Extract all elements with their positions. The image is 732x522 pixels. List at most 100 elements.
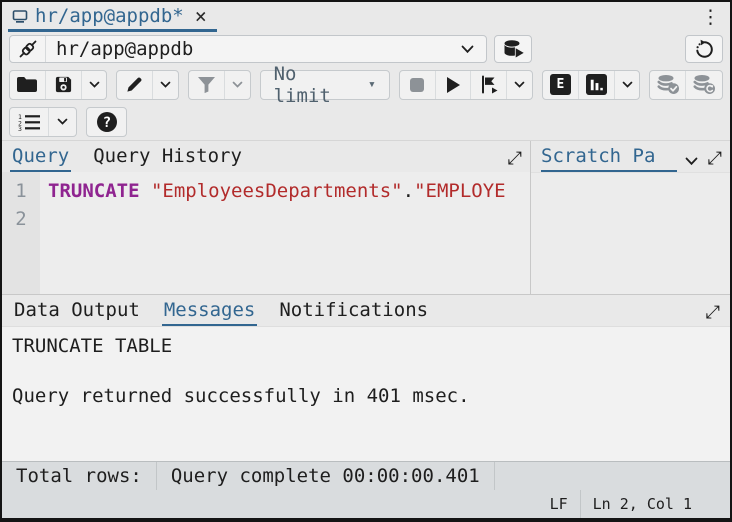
chart-icon xyxy=(586,74,607,95)
connection-value: hr/app@appdb xyxy=(46,38,449,60)
scratch-pad-header: Scratch Pa ⤢ xyxy=(531,141,730,172)
chevron-down-icon xyxy=(622,81,633,89)
secondary-toolbar: 1 2 3 xyxy=(2,103,730,140)
expand-icon[interactable]: ⤢ xyxy=(706,302,720,326)
folder-icon xyxy=(16,76,38,93)
chevron-down-icon xyxy=(57,118,68,126)
file-group xyxy=(9,70,107,100)
filter-options-dropdown[interactable] xyxy=(225,71,250,99)
filter-group xyxy=(188,70,251,100)
chevron-down-icon[interactable] xyxy=(449,45,486,54)
tab-data-output[interactable]: Data Output xyxy=(12,299,142,326)
svg-text:3: 3 xyxy=(18,125,22,131)
connection-bar: hr/app@appdb xyxy=(2,32,730,66)
limit-value: No limit xyxy=(274,63,356,107)
expand-icon[interactable]: ⤢ xyxy=(508,148,522,172)
execute-group xyxy=(399,70,533,100)
svg-text:?: ? xyxy=(102,115,110,131)
status-bar: Total rows: Query complete 00:00:00.401 … xyxy=(2,461,730,518)
scratch-pad-body[interactable] xyxy=(531,172,730,294)
row-limit-select[interactable]: No limit ▾ xyxy=(260,70,390,100)
save-options-dropdown[interactable] xyxy=(82,71,107,99)
explain-button[interactable]: E xyxy=(543,71,579,99)
macro-group: 1 2 3 xyxy=(9,107,77,137)
explain-analyze-button[interactable] xyxy=(579,71,615,99)
connection-status-plug-icon xyxy=(10,36,46,62)
chevron-down-icon xyxy=(514,81,525,89)
kebab-menu-icon[interactable]: ⋮ xyxy=(691,6,730,28)
help-group: ? xyxy=(86,107,127,137)
tab-messages[interactable]: Messages xyxy=(162,299,258,326)
line-number-gutter: 1 2 xyxy=(2,172,40,294)
scratch-pad-title[interactable]: Scratch Pa xyxy=(541,145,677,172)
edit-group xyxy=(116,70,179,100)
refresh-circle-icon xyxy=(694,39,715,60)
document-tab-bar: hr/app@appdb* × ⋮ xyxy=(2,2,730,32)
status-row-bottom: LF Ln 2, Col 1 xyxy=(2,490,730,518)
query-pane: Query Query History ⤢ 1 2 TRUNCATE "Empl… xyxy=(2,141,531,294)
code-line xyxy=(48,205,530,233)
database-rollback-icon xyxy=(692,74,716,95)
macro-button[interactable]: 1 2 3 xyxy=(10,108,49,136)
code-area[interactable]: TRUNCATE "EmployeesDepartments"."EMPLOYE xyxy=(40,172,530,294)
close-icon[interactable]: × xyxy=(195,8,207,24)
explain-dropdown[interactable] xyxy=(615,71,640,99)
execute-dropdown[interactable] xyxy=(507,71,532,99)
chevron-down-icon[interactable] xyxy=(685,157,698,172)
query-complete-status: Query complete 00:00:00.401 xyxy=(157,462,495,490)
editor-split: Query Query History ⤢ 1 2 TRUNCATE "Empl… xyxy=(2,140,730,294)
execute-button[interactable] xyxy=(436,71,472,99)
stop-icon xyxy=(410,78,424,92)
monitor-icon xyxy=(12,9,28,24)
rollback-button[interactable] xyxy=(686,71,722,99)
line-number: 2 xyxy=(2,205,40,233)
open-file-button[interactable] xyxy=(10,71,46,99)
messages-text: TRUNCATE TABLE Query returned successful… xyxy=(2,326,730,461)
transaction-group xyxy=(649,70,723,100)
query-tool-window: hr/app@appdb* × ⋮ hr/app@appdb xyxy=(0,0,732,522)
output-panel-header: Data Output Messages Notifications ⤢ xyxy=(2,294,730,326)
chevron-down-icon xyxy=(89,81,100,89)
tab-notifications[interactable]: Notifications xyxy=(277,299,430,326)
database-commit-icon xyxy=(656,74,680,95)
explain-icon: E xyxy=(550,74,571,95)
line-number: 1 xyxy=(2,177,40,205)
pencil-icon xyxy=(125,75,144,94)
dropdown-arrow-icon: ▾ xyxy=(368,77,376,92)
help-button[interactable]: ? xyxy=(87,108,126,136)
filter-button[interactable] xyxy=(189,71,225,99)
commit-button[interactable] xyxy=(650,71,686,99)
tab-title: hr/app@appdb* xyxy=(35,5,184,27)
connection-select[interactable]: hr/app@appdb xyxy=(9,35,487,63)
play-icon xyxy=(445,76,461,94)
chevron-down-icon xyxy=(160,81,171,89)
tab-query-history[interactable]: Query History xyxy=(91,145,244,172)
edit-button[interactable] xyxy=(117,71,153,99)
explain-group: E xyxy=(542,70,640,100)
execute-options-button[interactable] xyxy=(471,71,507,99)
question-mark-icon: ? xyxy=(96,111,118,133)
connection-status-button[interactable] xyxy=(685,35,723,63)
save-icon xyxy=(54,75,73,94)
main-toolbar: No limit ▾ xyxy=(2,66,730,103)
save-file-button[interactable] xyxy=(46,71,82,99)
status-row-top: Total rows: Query complete 00:00:00.401 xyxy=(2,462,730,490)
code-line: TRUNCATE "EmployeesDepartments"."EMPLOYE xyxy=(48,177,530,205)
query-tool-tab[interactable]: hr/app@appdb* × xyxy=(8,3,217,32)
cursor-position: Ln 2, Col 1 xyxy=(581,490,704,518)
stop-button[interactable] xyxy=(400,71,436,99)
numbered-list-icon: 1 2 3 xyxy=(18,113,41,131)
tab-query[interactable]: Query xyxy=(10,145,71,172)
sql-editor[interactable]: 1 2 TRUNCATE "EmployeesDepartments"."EMP… xyxy=(2,172,530,294)
total-rows-label: Total rows: xyxy=(2,462,157,490)
macro-dropdown[interactable] xyxy=(49,108,76,136)
database-arrow-icon xyxy=(502,39,525,59)
scratch-pad-pane: Scratch Pa ⤢ xyxy=(531,141,730,294)
query-pane-header: Query Query History ⤢ xyxy=(2,141,530,172)
edit-options-dropdown[interactable] xyxy=(153,71,178,99)
new-connection-button[interactable] xyxy=(494,35,532,63)
eol-indicator: LF xyxy=(538,490,581,518)
chevron-down-icon xyxy=(232,81,243,89)
flag-play-icon xyxy=(479,75,499,94)
expand-icon[interactable]: ⤢ xyxy=(708,148,722,172)
